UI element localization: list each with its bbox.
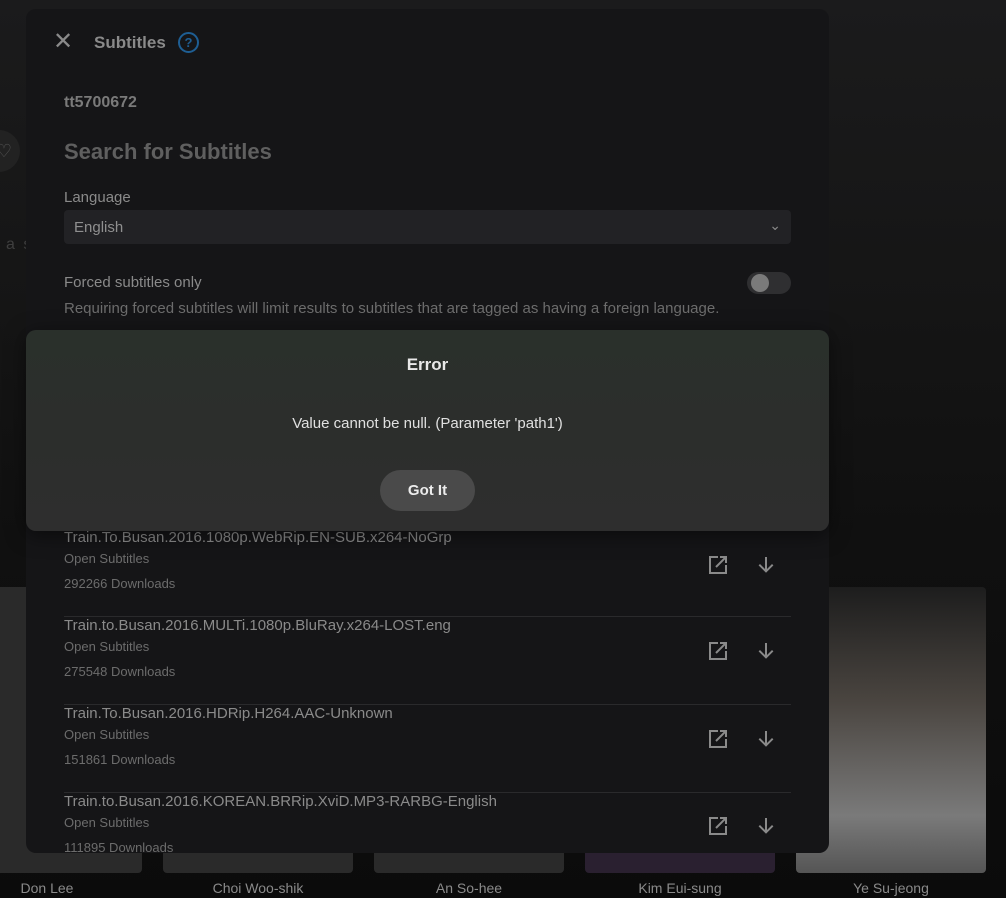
cast-name[interactable]: Kim Eui-sung <box>585 880 775 896</box>
cast-name[interactable]: Choi Woo-shik <box>163 880 353 896</box>
result-source: Open Subtitles <box>64 815 150 830</box>
download-icon[interactable] <box>754 639 778 663</box>
open-external-icon[interactable] <box>706 553 730 577</box>
result-downloads: 292266 Downloads <box>64 576 176 591</box>
imdb-id: tt5700672 <box>64 94 137 111</box>
result-source: Open Subtitles <box>64 639 150 654</box>
download-icon[interactable] <box>754 814 778 838</box>
chevron-down-icon: ⌄ <box>769 217 781 233</box>
result-downloads: 151861 Downloads <box>64 752 176 767</box>
language-select[interactable]: English ⌄ <box>64 210 791 244</box>
result-downloads: 111895 Downloads <box>64 840 174 853</box>
close-icon[interactable]: ✕ <box>52 30 74 54</box>
error-dialog: Error Value cannot be null. (Parameter '… <box>26 330 829 531</box>
open-external-icon[interactable] <box>706 814 730 838</box>
open-external-icon[interactable] <box>706 639 730 663</box>
toggle-knob <box>751 274 769 292</box>
result-row: Train.To.Busan.2016.HDRip.H264.AAC-Unkno… <box>64 705 791 793</box>
result-name: Train.To.Busan.2016.1080p.WebRip.EN-SUB.… <box>64 529 452 546</box>
result-name: Train.To.Busan.2016.HDRip.H264.AAC-Unkno… <box>64 705 393 722</box>
dialog-title: Subtitles <box>94 33 166 52</box>
language-label: Language <box>64 189 131 206</box>
result-row: Train.To.Busan.2016.1080p.WebRip.EN-SUB.… <box>64 529 791 617</box>
cast-name[interactable]: Don Lee <box>0 880 142 896</box>
result-source: Open Subtitles <box>64 727 150 742</box>
result-row: Train.to.Busan.2016.MULTi.1080p.BluRay.x… <box>64 617 791 705</box>
cast-name[interactable]: An So-hee <box>374 880 564 896</box>
cast-name[interactable]: Ye Su-jeong <box>796 880 986 896</box>
download-icon[interactable] <box>754 553 778 577</box>
result-name: Train.to.Busan.2016.MULTi.1080p.BluRay.x… <box>64 617 451 634</box>
got-it-button[interactable]: Got It <box>380 470 475 511</box>
result-source: Open Subtitles <box>64 551 150 566</box>
download-icon[interactable] <box>754 727 778 751</box>
help-icon[interactable]: ? <box>178 32 199 53</box>
forced-help-text: Requiring forced subtitles will limit re… <box>64 300 720 317</box>
result-name: Train.to.Busan.2016.KOREAN.BRRip.XviD.MP… <box>64 793 497 810</box>
forced-toggle[interactable] <box>747 272 791 294</box>
error-message: Value cannot be null. (Parameter 'path1'… <box>292 415 563 432</box>
error-title: Error <box>406 355 449 374</box>
open-external-icon[interactable] <box>706 727 730 751</box>
result-downloads: 275548 Downloads <box>64 664 176 679</box>
search-heading: Search for Subtitles <box>64 139 272 164</box>
language-value: English <box>74 219 124 236</box>
forced-label: Forced subtitles only <box>64 274 202 291</box>
result-row: Train.to.Busan.2016.KOREAN.BRRip.XviD.MP… <box>64 793 791 853</box>
